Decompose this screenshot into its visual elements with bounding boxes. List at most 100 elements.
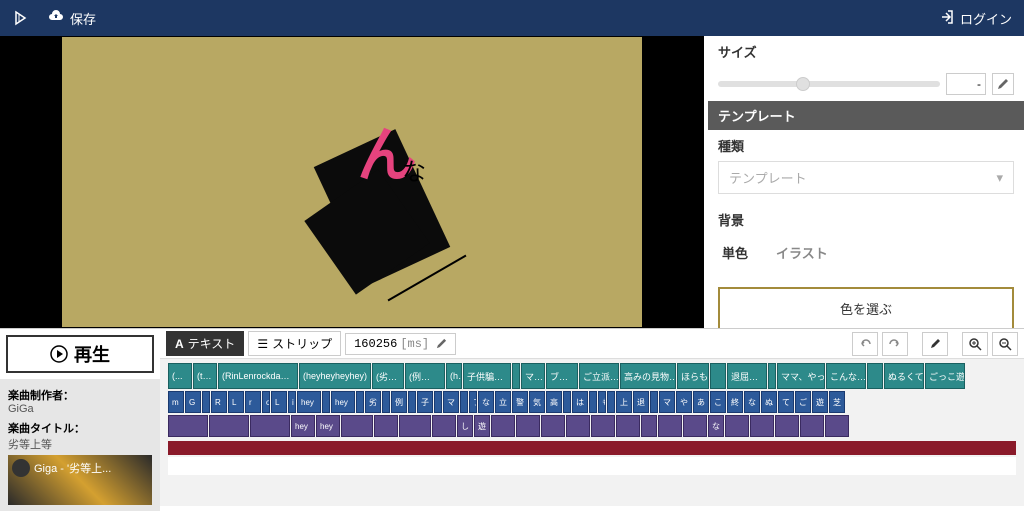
timeline-clip[interactable]: 警	[512, 391, 528, 413]
strip-mode-button[interactable]: ☰ ストリップ	[248, 331, 341, 356]
redo-button[interactable]	[882, 332, 908, 356]
color-select-button[interactable]: 色を選ぶ	[718, 287, 1014, 328]
timeline-clip[interactable]: hey	[297, 391, 321, 413]
timeline-clip[interactable]	[566, 415, 590, 437]
timeline-clip[interactable]: (h…	[446, 363, 462, 389]
timeline-clip[interactable]: 子	[417, 391, 433, 413]
timeline-clip[interactable]: hey	[291, 415, 315, 437]
timeline-clip[interactable]: ごっこ遊	[925, 363, 965, 389]
timeline-clip[interactable]: (...	[168, 363, 192, 389]
timeline-clip[interactable]	[399, 415, 431, 437]
pencil-icon[interactable]	[436, 338, 447, 349]
track-audio[interactable]	[168, 441, 1016, 455]
undo-button[interactable]	[852, 332, 878, 356]
save-button[interactable]: 保存	[48, 9, 96, 28]
timeline-clip[interactable]: 遊	[812, 391, 828, 413]
edit-size-button[interactable]	[992, 73, 1014, 95]
size-slider[interactable]	[718, 81, 940, 87]
timeline-clip[interactable]: r	[245, 391, 261, 413]
timeline-clip[interactable]	[356, 391, 364, 413]
timeline-clip[interactable]: R	[211, 391, 227, 413]
timeline-clip[interactable]: も	[598, 391, 606, 413]
timeline-clip[interactable]: (heyheyheyhey)	[299, 363, 371, 389]
timeline-clip[interactable]: 例	[391, 391, 407, 413]
timeline-clip[interactable]: 退	[633, 391, 649, 413]
track-chars[interactable]: mGRLroLiheyhey劣例子マブな立警気高はも上退マやあこ終なぬてご遊芝	[168, 391, 1016, 413]
video-thumbnail[interactable]: Giga - '劣等上...	[8, 455, 152, 505]
timeline-clip[interactable]: マ	[659, 391, 675, 413]
timeline-clip[interactable]	[341, 415, 373, 437]
timeline-clip[interactable]	[641, 415, 657, 437]
timeline-clip[interactable]: (RinLenrockda…	[218, 363, 298, 389]
timeline-clip[interactable]: hey	[331, 391, 355, 413]
timeline-clip[interactable]: 劣	[365, 391, 381, 413]
timeline-clip[interactable]: ブ…	[546, 363, 578, 389]
timeline-clip[interactable]: は	[572, 391, 588, 413]
timeline-clip[interactable]: G	[185, 391, 201, 413]
zoom-out-button[interactable]	[992, 332, 1018, 356]
timeline-clip[interactable]	[589, 391, 597, 413]
timeline-clip[interactable]: ご	[795, 391, 811, 413]
template-dropdown[interactable]: テンプレート ▾	[718, 161, 1014, 194]
timeline-clip[interactable]: ぬるくて…	[884, 363, 924, 389]
timeline-clip[interactable]	[591, 415, 615, 437]
play-button[interactable]: 再生	[6, 335, 154, 373]
timeline-clip[interactable]: (例…	[405, 363, 445, 389]
tab-solid-color[interactable]: 単色	[718, 235, 752, 270]
timeline-clip[interactable]	[725, 415, 749, 437]
timeline-clip[interactable]	[434, 391, 442, 413]
timeline-clip[interactable]	[322, 391, 330, 413]
timeline-clip[interactable]: 芝	[829, 391, 845, 413]
timeline-clip[interactable]	[374, 415, 398, 437]
track-lyrics[interactable]: (...(t…(RinLenrockda…(heyheyheyhey)(劣…(例…	[168, 363, 1016, 389]
timeline-clip[interactable]: o	[262, 391, 270, 413]
zoom-in-button[interactable]	[962, 332, 988, 356]
timeline-clip[interactable]: 遊	[474, 415, 490, 437]
timeline-clip[interactable]: な	[744, 391, 760, 413]
eyedropper-button[interactable]	[922, 332, 948, 356]
timeline-clip[interactable]: 気	[529, 391, 545, 413]
timeline-clip[interactable]	[512, 363, 520, 389]
timeline-clip[interactable]: 高みの見物…	[620, 363, 676, 389]
timeline-clip[interactable]: L	[271, 391, 287, 413]
text-mode-button[interactable]: A テキスト	[166, 331, 244, 356]
timeline-clip[interactable]	[491, 415, 515, 437]
timeline-clip[interactable]: 退屈…	[727, 363, 767, 389]
timeline-clip[interactable]	[541, 415, 565, 437]
timeline-clip[interactable]	[768, 363, 776, 389]
size-input[interactable]	[946, 73, 986, 95]
tab-illustration[interactable]: イラスト	[772, 235, 832, 270]
timeline-clip[interactable]: な	[478, 391, 494, 413]
timeline-clip[interactable]	[209, 415, 249, 437]
timeline-clip[interactable]: て	[778, 391, 794, 413]
timeline-clip[interactable]: 上	[616, 391, 632, 413]
timeline-clip[interactable]	[710, 363, 726, 389]
timeline-clip[interactable]: マ…	[521, 363, 545, 389]
timeline-clip[interactable]: こんな…	[826, 363, 866, 389]
app-logo-icon[interactable]	[12, 9, 30, 27]
timeline-clip[interactable]	[616, 415, 640, 437]
timeline-clip[interactable]	[825, 415, 849, 437]
timeline-clip[interactable]: 立	[495, 391, 511, 413]
login-button[interactable]: ログイン	[940, 9, 1012, 28]
timeline-clip[interactable]: あ	[693, 391, 709, 413]
timeline-clip[interactable]	[563, 391, 571, 413]
timeline-clip[interactable]: hey	[316, 415, 340, 437]
timeline-clip[interactable]: ママ、やっ…	[777, 363, 825, 389]
timeline-clip[interactable]: (t…	[193, 363, 217, 389]
timeline-clip[interactable]: L	[228, 391, 244, 413]
timeline-clip[interactable]	[867, 363, 883, 389]
timeline-clip[interactable]: i	[288, 391, 296, 413]
timeline-clip[interactable]: し	[457, 415, 473, 437]
preview-canvas[interactable]: ん な	[62, 37, 642, 327]
timeline-clip[interactable]	[775, 415, 799, 437]
timeline-clip[interactable]	[408, 391, 416, 413]
timeline-clip[interactable]: ブ	[469, 391, 477, 413]
track-sub[interactable]: heyhey し遊 な	[168, 415, 1016, 437]
timeline-clip[interactable]: (劣…	[372, 363, 404, 389]
timeline-clip[interactable]: な	[708, 415, 724, 437]
timeline-clip[interactable]	[607, 391, 615, 413]
timeline-clip[interactable]: ご立派…	[579, 363, 619, 389]
timeline-clip[interactable]	[168, 415, 208, 437]
timeline-clip[interactable]	[658, 415, 682, 437]
